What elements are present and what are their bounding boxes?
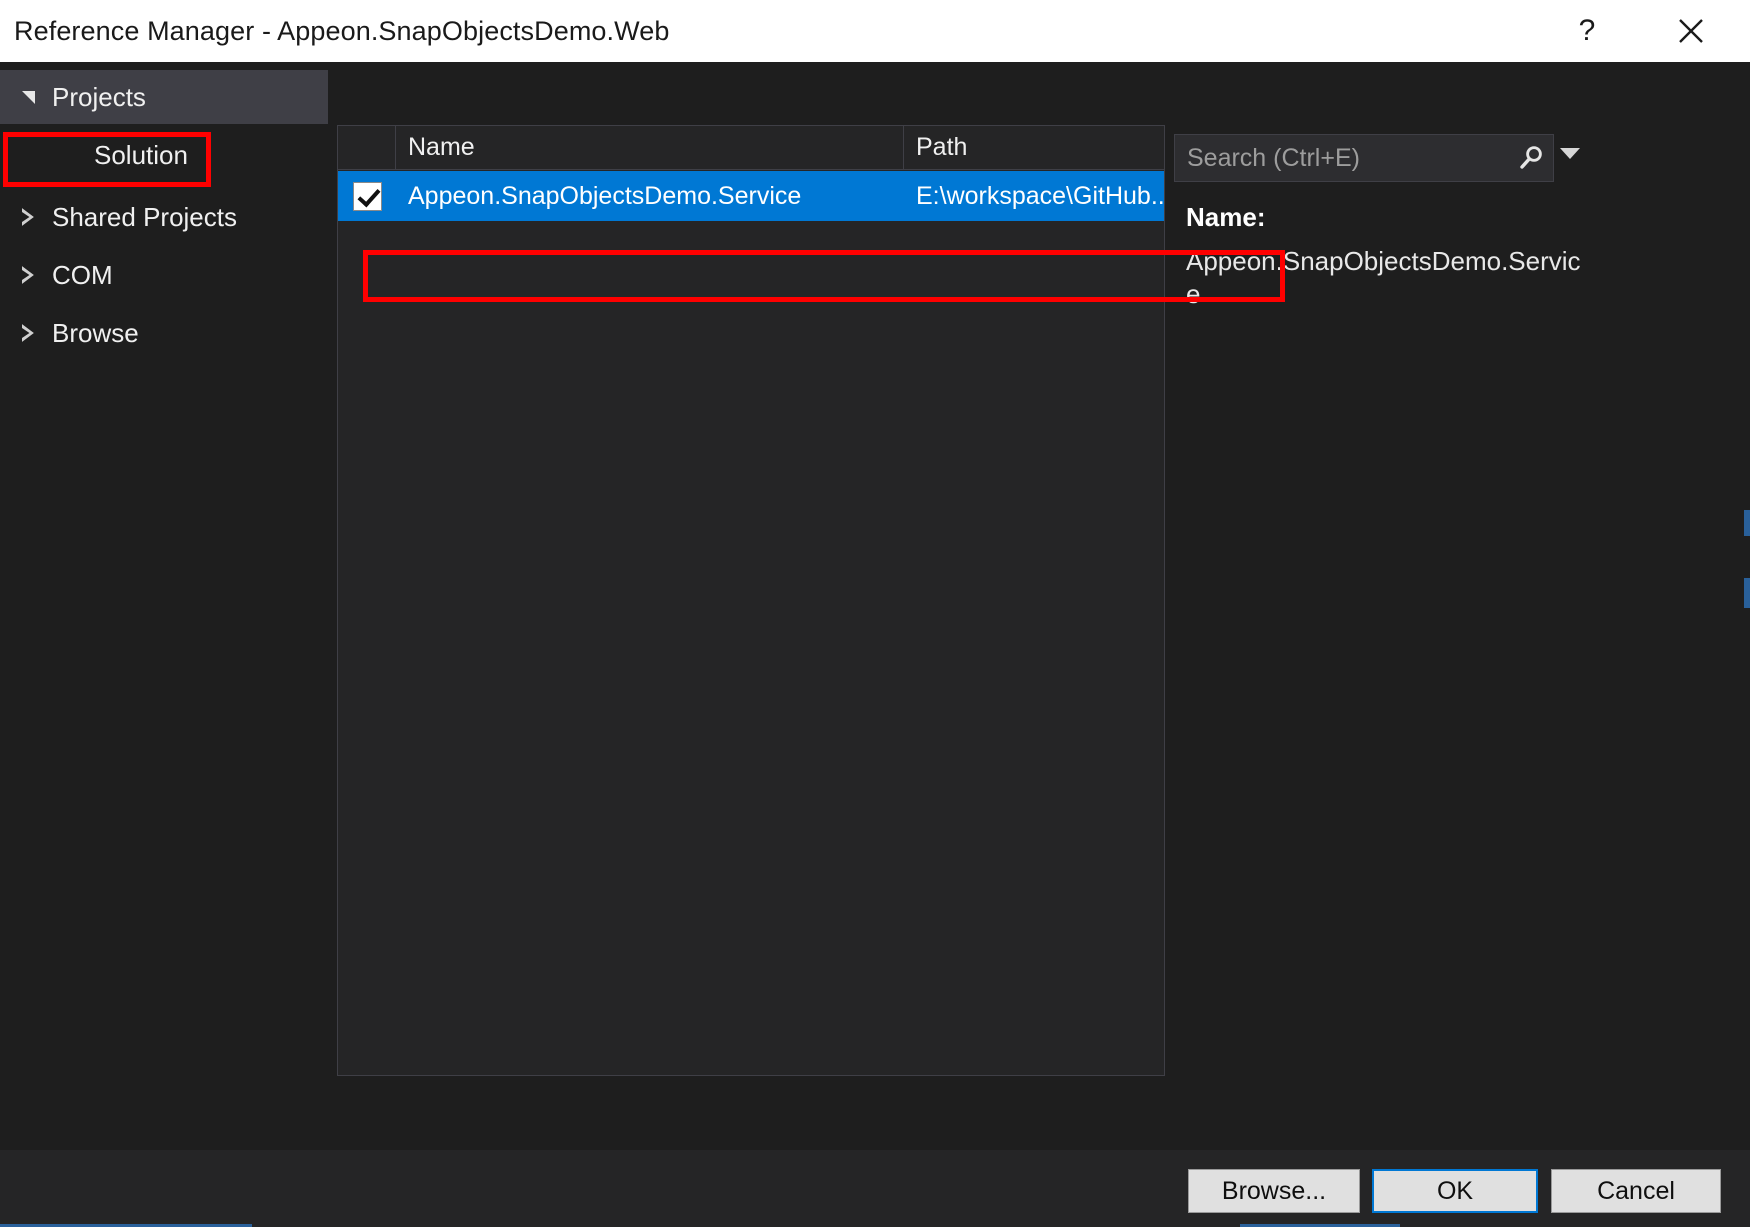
details-name-value: Appeon.SnapObjectsDemo.Service [1186, 245, 1586, 312]
title-bar: Reference Manager - Appeon.SnapObjectsDe… [0, 0, 1750, 63]
dialog-body: Projects Solution Shared Projects COM Br… [0, 62, 1750, 1150]
list-header: Name Path [338, 126, 1164, 170]
search-input[interactable]: Search (Ctrl+E) [1174, 134, 1554, 182]
triangle-collapsed-icon [8, 208, 48, 226]
sidebar-item-label: Browse [52, 318, 139, 349]
row-checkbox[interactable] [338, 182, 396, 211]
details-pane: Name: Appeon.SnapObjectsDemo.Service [1186, 202, 1586, 312]
sidebar-item-shared-projects[interactable]: Shared Projects [0, 190, 328, 244]
column-header-check[interactable] [338, 126, 396, 169]
row-path-cell: E:\workspace\GitHub... [904, 182, 1164, 211]
triangle-collapsed-icon [8, 266, 48, 284]
triangle-expanded-icon [8, 91, 48, 104]
details-name-label: Name: [1186, 202, 1586, 233]
column-header-path[interactable]: Path [904, 126, 1164, 169]
sidebar-item-label: Solution [94, 140, 188, 171]
chevron-down-icon[interactable] [1560, 148, 1580, 159]
window-title: Reference Manager - Appeon.SnapObjectsDe… [14, 16, 669, 47]
sidebar-item-label: COM [52, 260, 113, 291]
background-artifact [1744, 578, 1750, 608]
table-row[interactable]: Appeon.SnapObjectsDemo.Service E:\worksp… [338, 171, 1164, 221]
sidebar-item-projects[interactable]: Projects [0, 70, 328, 124]
close-icon [1676, 16, 1706, 46]
footer-bar: Browse... OK Cancel [0, 1150, 1750, 1227]
row-name-cell: Appeon.SnapObjectsDemo.Service [396, 182, 904, 211]
sidebar: Projects Solution Shared Projects COM Br… [0, 62, 328, 1150]
sidebar-item-browse[interactable]: Browse [0, 306, 328, 360]
checkbox-checked-icon [353, 182, 382, 211]
sidebar-item-label: Projects [52, 82, 146, 113]
column-header-name[interactable]: Name [396, 126, 904, 169]
triangle-collapsed-icon [8, 324, 48, 342]
sidebar-item-solution[interactable]: Solution [0, 128, 328, 182]
help-button[interactable]: ? [1548, 0, 1626, 62]
ok-button[interactable]: OK [1372, 1169, 1538, 1213]
question-mark-icon: ? [1579, 14, 1596, 48]
sidebar-item-label: Shared Projects [52, 202, 237, 233]
reference-list-panel: Name Path Appeon.SnapObjectsDemo.Service… [337, 125, 1165, 1076]
search-placeholder: Search (Ctrl+E) [1175, 144, 1509, 173]
cancel-button[interactable]: Cancel [1551, 1169, 1721, 1213]
background-artifact [1744, 510, 1750, 536]
browse-button[interactable]: Browse... [1188, 1169, 1360, 1213]
close-button[interactable] [1652, 0, 1730, 62]
search-icon[interactable] [1509, 143, 1553, 173]
sidebar-item-com[interactable]: COM [0, 248, 328, 302]
